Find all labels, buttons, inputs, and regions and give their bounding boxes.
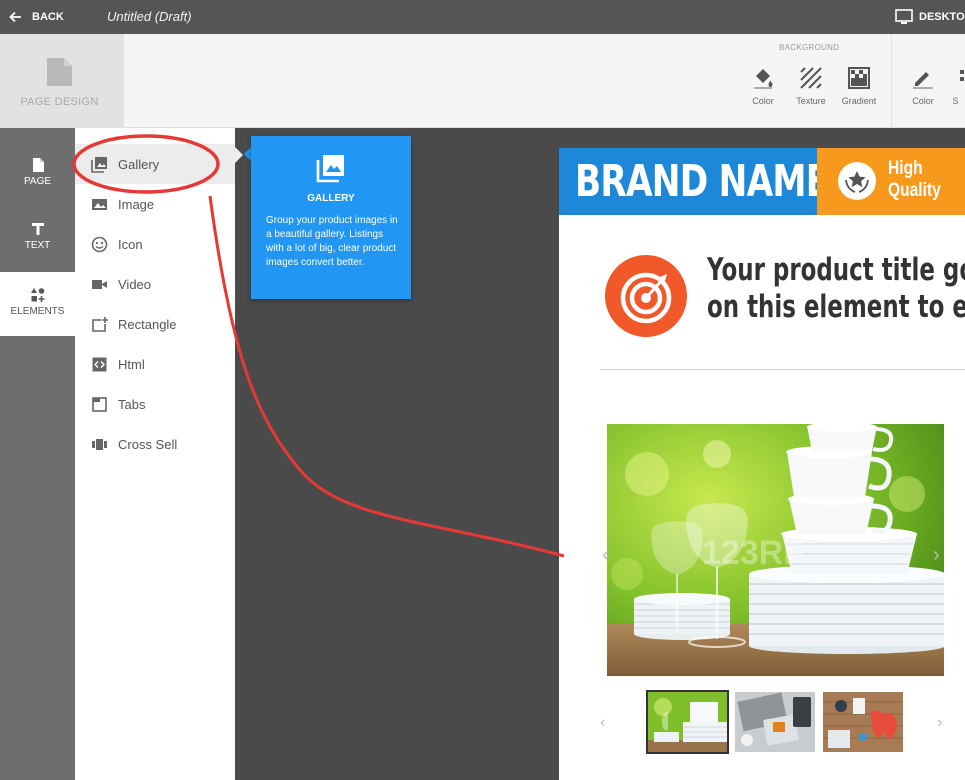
back-button[interactable]: BACK bbox=[8, 0, 64, 34]
carousel-icon bbox=[92, 438, 107, 450]
page-icon bbox=[32, 158, 44, 172]
element-label-html: Html bbox=[118, 356, 145, 372]
quality-badge bbox=[838, 162, 876, 200]
background-texture-label: Texture bbox=[796, 96, 826, 106]
monitor-icon bbox=[895, 9, 913, 24]
paint-bucket-icon bbox=[754, 69, 773, 89]
element-item-image[interactable]: Image bbox=[75, 184, 235, 224]
page-design-icon bbox=[47, 58, 72, 86]
page-design-pointer bbox=[117, 72, 125, 88]
section-divider bbox=[600, 369, 965, 370]
element-item-gallery[interactable]: Gallery bbox=[75, 144, 235, 184]
gallery-selection-pointer bbox=[235, 147, 243, 163]
texture-icon bbox=[800, 67, 822, 89]
quality-line-2: Quality bbox=[888, 180, 941, 201]
design-toolbar: PAGE DESIGN BACKGROUND Color Texture Gra… bbox=[0, 34, 965, 128]
background-color-tool[interactable]: Color bbox=[738, 66, 788, 106]
background-gradient-tool[interactable]: Gradient bbox=[834, 66, 884, 106]
rectangle-add-icon bbox=[92, 316, 108, 332]
device-selector[interactable]: DESKTOP bbox=[895, 0, 965, 34]
element-label-image: Image bbox=[118, 196, 155, 212]
page-design-button[interactable]: PAGE DESIGN bbox=[0, 34, 124, 128]
rail-item-elements[interactable]: ELEMENTS bbox=[0, 272, 75, 336]
element-label-gallery: Gallery bbox=[118, 156, 160, 172]
element-label-rectangle: Rectangle bbox=[118, 316, 177, 332]
beach-items-thumbnail bbox=[823, 692, 903, 752]
more-icon bbox=[960, 70, 964, 81]
brand-name-banner[interactable]: BRAND NAME bbox=[559, 148, 829, 215]
quality-badge-banner[interactable]: High Quality bbox=[817, 148, 965, 215]
video-icon bbox=[92, 279, 107, 289]
gallery-thumbnail-1[interactable] bbox=[646, 690, 729, 754]
element-label-cross-sell: Cross Sell bbox=[118, 436, 178, 452]
thumbnails-next-arrow[interactable]: › bbox=[937, 714, 942, 732]
gallery-icon bbox=[91, 156, 107, 173]
gallery-tooltip: GALLERY Group your product images in a b… bbox=[251, 136, 411, 299]
toolbar-divider bbox=[891, 34, 892, 128]
product-title-line-2: on this element to edit bbox=[707, 289, 965, 325]
device-label: DESKTOP bbox=[919, 11, 965, 23]
tooltip-description: Group your product images in a beautiful… bbox=[266, 215, 398, 268]
rail-label-elements: ELEMENTS bbox=[10, 306, 65, 317]
element-item-icon[interactable]: Icon bbox=[75, 224, 235, 264]
element-item-video[interactable]: Video bbox=[75, 264, 235, 304]
quality-line-1: High bbox=[888, 158, 923, 179]
border-color-label: Color bbox=[912, 96, 934, 106]
editor-root: BACK Untitled (Draft) DESKTOP PAGE DESIG… bbox=[0, 0, 965, 780]
star-laurel-icon bbox=[845, 171, 869, 193]
gallery-thumbnail-2[interactable] bbox=[735, 692, 815, 752]
element-item-tabs[interactable]: Tabs bbox=[75, 384, 235, 424]
element-list: Gallery Image Icon Video Rectangle Html … bbox=[75, 128, 235, 780]
gradient-icon bbox=[848, 67, 870, 89]
element-label-video: Video bbox=[118, 276, 152, 292]
arrow-left-icon bbox=[9, 11, 21, 23]
document-title: Untitled (Draft) bbox=[107, 9, 192, 24]
tooltip-arrow bbox=[244, 147, 251, 161]
dishes-photo: 123RF bbox=[607, 424, 944, 676]
tabs-icon bbox=[92, 396, 107, 412]
top-bar: BACK Untitled (Draft) DESKTOP bbox=[0, 0, 965, 34]
page-design-label: PAGE DESIGN bbox=[20, 96, 99, 108]
brand-name-text: BRAND NAME bbox=[575, 156, 829, 207]
pencil-icon bbox=[913, 72, 933, 89]
thumbnails-prev-arrow[interactable]: ‹ bbox=[600, 714, 605, 732]
image-icon bbox=[92, 198, 107, 210]
background-group-label: BACKGROUND bbox=[779, 43, 840, 52]
gallery-next-arrow[interactable]: › bbox=[933, 544, 940, 567]
gallery-prev-arrow[interactable]: ‹ bbox=[602, 544, 609, 567]
background-color-label: Color bbox=[752, 96, 774, 106]
product-title[interactable]: Your product title goes on this element … bbox=[707, 252, 965, 326]
rail-label-text: TEXT bbox=[24, 240, 51, 251]
text-icon bbox=[31, 223, 44, 235]
element-label-icon: Icon bbox=[118, 236, 143, 252]
left-rail: PAGE TEXT ELEMENTS bbox=[0, 128, 75, 780]
watermark-text: 123RF bbox=[702, 534, 804, 572]
code-icon bbox=[92, 357, 107, 371]
background-gradient-label: Gradient bbox=[841, 96, 877, 106]
more-tool[interactable]: S bbox=[946, 66, 965, 106]
smiley-icon bbox=[91, 236, 108, 252]
element-item-cross-sell[interactable]: Cross Sell bbox=[75, 424, 235, 464]
target-badge[interactable] bbox=[605, 255, 687, 337]
shapes-icon bbox=[30, 288, 44, 302]
gallery-icon bbox=[316, 155, 344, 183]
element-item-rectangle[interactable]: Rectangle bbox=[75, 304, 235, 344]
background-texture-tool[interactable]: Texture bbox=[786, 66, 836, 106]
quality-text: High Quality bbox=[888, 158, 941, 202]
rail-label-page: PAGE bbox=[23, 176, 52, 187]
border-color-tool[interactable]: Color bbox=[898, 66, 948, 106]
listing-canvas: BRAND NAME High Quality Your product tit… bbox=[559, 148, 965, 780]
gadgets-thumbnail bbox=[735, 692, 815, 752]
dishes-thumbnail bbox=[648, 692, 727, 752]
more-label: S bbox=[952, 96, 959, 106]
back-label: BACK bbox=[32, 11, 64, 23]
target-icon bbox=[620, 272, 672, 324]
rail-item-page[interactable]: PAGE bbox=[0, 158, 75, 222]
gallery-thumbnail-3[interactable] bbox=[823, 692, 903, 752]
product-title-line-1: Your product title goes bbox=[707, 252, 965, 288]
element-label-tabs: Tabs bbox=[118, 396, 146, 412]
element-item-html[interactable]: Html bbox=[75, 344, 235, 384]
tooltip-title: GALLERY bbox=[307, 193, 355, 204]
gallery-main-image[interactable]: 123RF bbox=[607, 424, 944, 676]
